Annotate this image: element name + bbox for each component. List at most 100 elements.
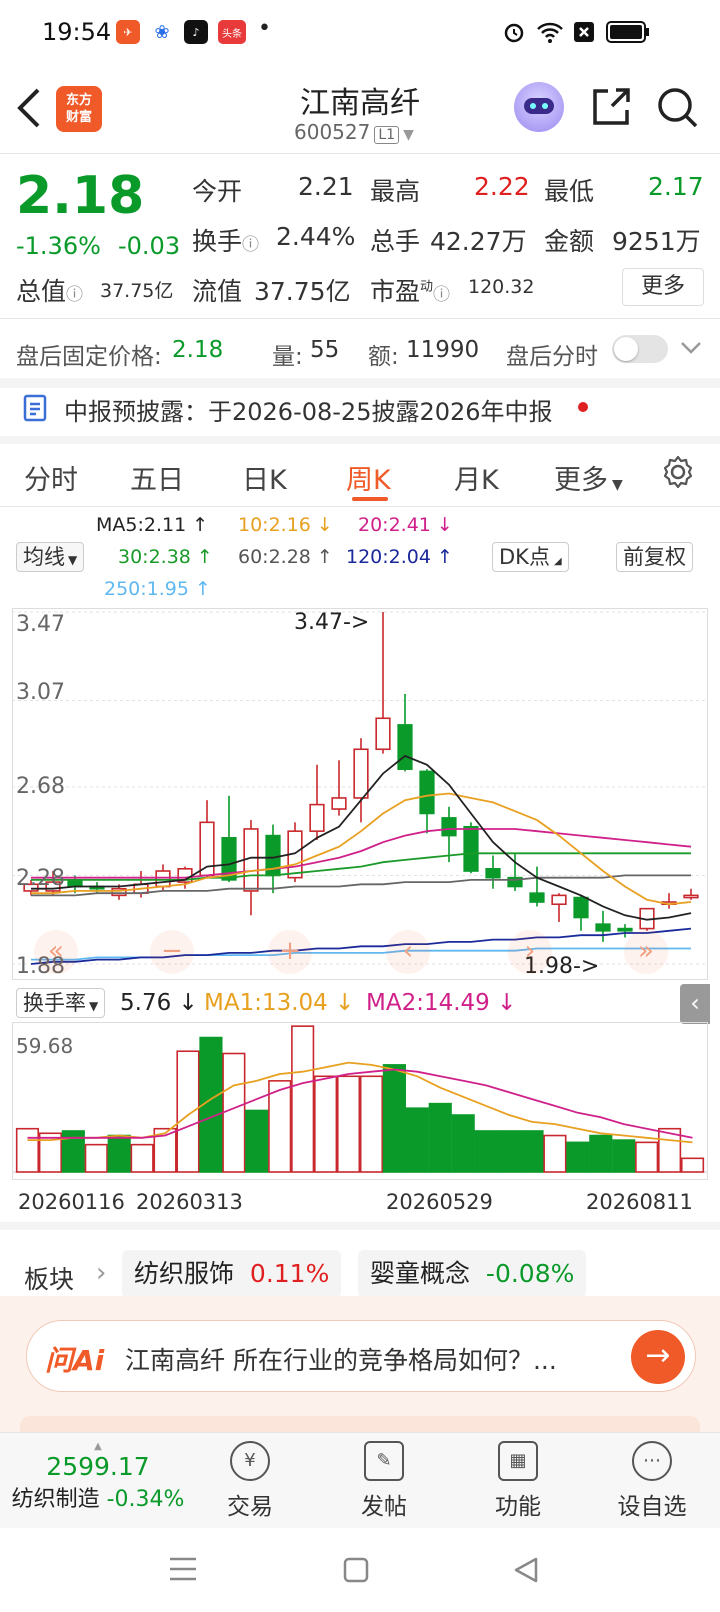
candle <box>221 795 237 883</box>
turnover-bar <box>635 1141 659 1173</box>
info-icon[interactable]: ⓘ <box>66 285 83 305</box>
y-tick-label: 3.07 <box>16 680 65 705</box>
index-widget[interactable]: ▲ 2599.17 纺织制造 -0.34% <box>8 1441 188 1513</box>
candle-body <box>573 896 589 919</box>
toutiao-icon: 头条 <box>218 20 246 44</box>
tab-monthly-k[interactable]: 月K <box>454 458 499 497</box>
step-forward-icon[interactable]: › <box>508 930 552 974</box>
candle-body <box>485 868 501 879</box>
turnover-bar <box>291 1025 315 1173</box>
turnover-chart[interactable] <box>12 1022 708 1180</box>
candle <box>265 824 281 894</box>
turnover-bar <box>474 1130 498 1173</box>
turnover-bar <box>314 1075 338 1173</box>
market-cap-value: 37.75亿 <box>100 280 174 302</box>
stock-header: 东方 财富 江南高纤 600527 L1 ▼ <box>0 64 720 154</box>
info-icon[interactable]: ⓘ <box>242 235 259 255</box>
battery-icon <box>606 21 649 43</box>
float-cap-value: 37.75亿 <box>254 277 351 306</box>
bottom-toolbar: ▲ 2599.17 纺织制造 -0.34% ¥ 交易 ✎ 发帖 ▦ 功能 ⋯ 设自选 <box>0 1432 720 1528</box>
ma5-label: MA5:2.11 ↑ <box>96 514 209 536</box>
candle <box>441 806 457 863</box>
ma30-label: 30:2.38 ↑ <box>118 546 213 568</box>
zoom-out-icon[interactable]: − <box>150 930 194 974</box>
back-nav-icon[interactable] <box>512 1556 540 1584</box>
more-quote-button[interactable]: 更多 <box>622 268 704 306</box>
low-label: 最低 <box>544 177 595 206</box>
amount-value: 9251万 <box>612 227 701 256</box>
chevron-right-icon[interactable]: › <box>96 1258 106 1288</box>
turnover-bar <box>359 1075 384 1173</box>
divider <box>0 1222 720 1230</box>
sector-chip-textile[interactable]: 纺织服饰 0.11% <box>122 1250 342 1298</box>
x-date-label: 20260116 <box>18 1190 125 1214</box>
gear-icon[interactable] <box>660 454 696 490</box>
turnover-bar <box>405 1107 429 1173</box>
zoom-in-icon[interactable]: + <box>268 930 312 974</box>
step-back-icon[interactable]: ‹ <box>386 930 430 974</box>
add-watchlist-button[interactable]: ⋯ 设自选 <box>602 1441 702 1521</box>
x-date-label: 20260811 <box>586 1190 693 1214</box>
indicator-selector[interactable]: 换手率 ▼ <box>16 988 106 1018</box>
trade-button[interactable]: ¥ 交易 <box>200 1441 300 1521</box>
wifi-icon <box>537 22 563 43</box>
tab-daily-k[interactable]: 日K <box>242 458 287 497</box>
functions-button[interactable]: ▦ 功能 <box>468 1441 568 1521</box>
turnover-bar <box>451 1114 475 1173</box>
stock-code[interactable]: 600527 L1 ▼ <box>294 120 414 144</box>
after-hours-vol-label: 量: <box>272 344 303 370</box>
sector-chip-baby[interactable]: 婴童概念 -0.08% <box>358 1250 587 1298</box>
fast-back-icon[interactable]: « <box>34 930 78 974</box>
home-icon[interactable] <box>342 1556 370 1584</box>
turnover-bar <box>497 1130 521 1173</box>
volume-value: 42.27万 <box>430 227 527 256</box>
turnover-ma2: MA2:14.49 ↓ <box>366 990 517 1016</box>
ai-robot-icon[interactable] <box>514 82 564 132</box>
candle-body <box>155 870 171 888</box>
ma10-label: 10:2.16 ↓ <box>238 514 333 536</box>
candle <box>243 820 259 916</box>
tab-five-day[interactable]: 五日 <box>130 458 184 497</box>
turnover-bar <box>130 1143 154 1173</box>
chevron-down-icon[interactable] <box>680 340 702 356</box>
feishu-icon: ✈ <box>116 20 140 44</box>
dk-point-button[interactable]: DK点 ◢ <box>492 542 569 572</box>
after-hours-vol-value: 55 <box>310 337 340 363</box>
post-icon: ✎ <box>364 1441 404 1481</box>
max-price-label: 3.47-> <box>294 610 370 635</box>
baidu-icon: ❀ <box>150 20 174 44</box>
low-value: 2.17 <box>648 172 704 201</box>
y-tick-label: 2.28 <box>16 866 65 891</box>
tab-more[interactable]: 更多 ▼ <box>554 458 623 497</box>
candle-body <box>617 927 633 932</box>
candle <box>309 764 325 841</box>
float-cap-label: 流值 <box>192 277 243 306</box>
turnover-current: 5.76 ↓ <box>120 990 198 1016</box>
y-tick-label: 3.47 <box>16 612 65 637</box>
collapse-panel-icon[interactable]: ‹ <box>680 984 710 1024</box>
post-button[interactable]: ✎ 发帖 <box>334 1441 434 1521</box>
weekly-k-chart[interactable] <box>12 608 708 980</box>
tab-weekly-k[interactable]: 周K <box>346 458 391 497</box>
turnover-bar <box>268 1080 292 1173</box>
sector-label[interactable]: 板块 <box>24 1260 74 1296</box>
ai-question-input[interactable]: 问Ai 江南高纤 所在行业的竞争格局如何？... → <box>26 1320 696 1392</box>
divider <box>0 436 720 444</box>
fast-forward-icon[interactable]: » <box>624 930 668 974</box>
turnover-bar <box>245 1109 269 1173</box>
adjust-button[interactable]: 前复权 <box>616 542 693 572</box>
candle <box>595 910 611 942</box>
menu-icon[interactable] <box>168 1556 198 1582</box>
turnover-max-label: 59.68 <box>16 1034 74 1058</box>
info-icon[interactable]: ⓘ <box>433 285 450 305</box>
ma250-label: 250:1.95 ↑ <box>104 578 211 600</box>
ma-type-selector[interactable]: 均线 ▼ <box>16 542 85 572</box>
amount-label: 金额 <box>544 227 595 256</box>
tab-intraday[interactable]: 分时 <box>24 458 78 497</box>
after-hours-toggle[interactable] <box>612 335 668 363</box>
share-icon[interactable] <box>590 86 632 128</box>
change-percent: -1.36% <box>16 232 101 260</box>
search-icon[interactable] <box>656 86 700 130</box>
ai-send-button[interactable]: → <box>631 1330 685 1384</box>
turnover-label: 换手ⓘ <box>192 227 260 256</box>
